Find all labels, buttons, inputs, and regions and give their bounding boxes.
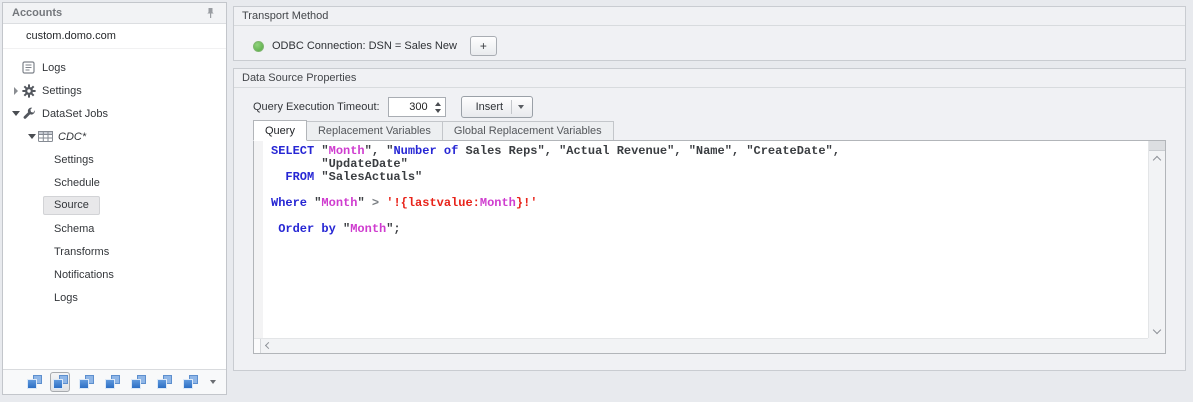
stacked-cubes-icon	[182, 375, 198, 389]
table-icon	[38, 131, 58, 142]
scrollbar-corner	[1148, 338, 1165, 353]
dock-view-button-4[interactable]	[102, 372, 122, 392]
chevron-down-icon[interactable]	[210, 380, 216, 384]
dock-view-button-7[interactable]	[180, 372, 200, 392]
timeout-label: Query Execution Timeout:	[253, 101, 380, 113]
vertical-scrollbar[interactable]	[1148, 141, 1165, 338]
connection-label: ODBC Connection: DSN = Sales New	[272, 40, 457, 52]
timeout-value[interactable]: 300	[389, 98, 431, 116]
accounts-panel: Accounts custom.domo.com Logs Settings D…	[2, 2, 227, 395]
selected-item-highlight: Source	[43, 196, 100, 215]
dock-view-button-2[interactable]	[50, 372, 70, 392]
sidebar-item-dataset-jobs[interactable]: DataSet Jobs	[3, 102, 226, 125]
scroll-up-icon[interactable]	[1152, 155, 1162, 165]
stacked-cubes-icon	[52, 375, 68, 389]
sidebar-item-job-transforms[interactable]: Transforms	[3, 240, 226, 263]
splitter-handle[interactable]	[254, 339, 261, 353]
logs-icon	[22, 61, 42, 74]
editor-margin	[254, 141, 263, 338]
dock-view-button-5[interactable]	[128, 372, 148, 392]
sidebar-item-account[interactable]: custom.domo.com	[3, 24, 226, 49]
transport-method-group: Transport Method ODBC Connection: DSN = …	[233, 6, 1186, 61]
code-lines: SELECT "Month", "Number of Sales Reps", …	[271, 144, 840, 236]
add-connection-button[interactable]: +	[469, 36, 497, 56]
workbench-window: Accounts custom.domo.com Logs Settings D…	[0, 0, 1193, 402]
sidebar-item-job-schema[interactable]: Schema	[3, 217, 226, 240]
tab-query[interactable]: Query	[253, 120, 307, 141]
sidebar-item-settings[interactable]: Settings	[3, 79, 226, 102]
navbar-overflow-bar	[3, 369, 226, 394]
horizontal-scrollbar[interactable]	[254, 338, 1165, 353]
sidebar-item-logs[interactable]: Logs	[3, 56, 226, 79]
sql-query-editor[interactable]: SELECT "Month", "Number of Sales Reps", …	[253, 140, 1166, 354]
expand-expanded-icon[interactable]	[9, 111, 22, 116]
dock-view-button-1[interactable]	[24, 372, 44, 392]
gear-icon	[22, 83, 42, 98]
properties-tabs: Query Replacement Variables Global Repla…	[253, 120, 614, 141]
sidebar-item-job-settings[interactable]: Settings	[3, 148, 226, 171]
scroll-left-icon[interactable]	[264, 341, 273, 350]
tab-replacement-variables[interactable]: Replacement Variables	[305, 121, 443, 141]
chevron-down-icon	[518, 105, 525, 109]
sidebar-item-job-schedule[interactable]: Schedule	[3, 171, 226, 194]
spinner-up-icon[interactable]	[434, 101, 441, 106]
stacked-cubes-icon	[104, 375, 120, 389]
stacked-cubes-icon	[26, 375, 42, 389]
stacked-cubes-icon	[156, 375, 172, 389]
splitter-handle[interactable]	[1149, 141, 1165, 151]
insert-button-label: Insert	[475, 101, 504, 113]
dock-view-button-6[interactable]	[154, 372, 174, 392]
sidebar-item-cdc-job[interactable]: CDC*	[3, 125, 226, 148]
accounts-panel-header: Accounts	[3, 3, 226, 24]
jobs-tree: Logs Settings DataSet Jobs CDC* Settings…	[3, 49, 226, 369]
sidebar-item-job-source[interactable]: Source	[3, 194, 226, 217]
spinner-down-icon[interactable]	[434, 108, 441, 113]
button-divider	[511, 100, 513, 114]
expand-collapsed-icon[interactable]	[9, 86, 22, 95]
stacked-cubes-icon	[130, 375, 146, 389]
wrench-icon	[22, 107, 42, 121]
sidebar-item-job-logs[interactable]: Logs	[3, 286, 226, 309]
group-title: Transport Method	[234, 7, 1185, 26]
pin-icon[interactable]	[203, 6, 217, 20]
stacked-cubes-icon	[78, 375, 94, 389]
sidebar-item-job-notifications[interactable]: Notifications	[3, 263, 226, 286]
connection-status-icon	[253, 40, 264, 52]
code-area[interactable]: SELECT "Month", "Number of Sales Reps", …	[254, 141, 1148, 338]
expand-expanded-icon[interactable]	[25, 134, 38, 139]
panel-title: Accounts	[12, 7, 63, 19]
insert-dropdown-button[interactable]: Insert	[460, 96, 534, 118]
scroll-down-icon[interactable]	[1152, 325, 1162, 335]
dock-view-button-3[interactable]	[76, 372, 96, 392]
timeout-spinner[interactable]: 300	[387, 97, 446, 117]
group-title: Data Source Properties	[234, 69, 1185, 88]
tab-global-replacement-variables[interactable]: Global Replacement Variables	[441, 121, 614, 141]
data-source-properties-group: Data Source Properties Query Execution T…	[233, 68, 1186, 371]
